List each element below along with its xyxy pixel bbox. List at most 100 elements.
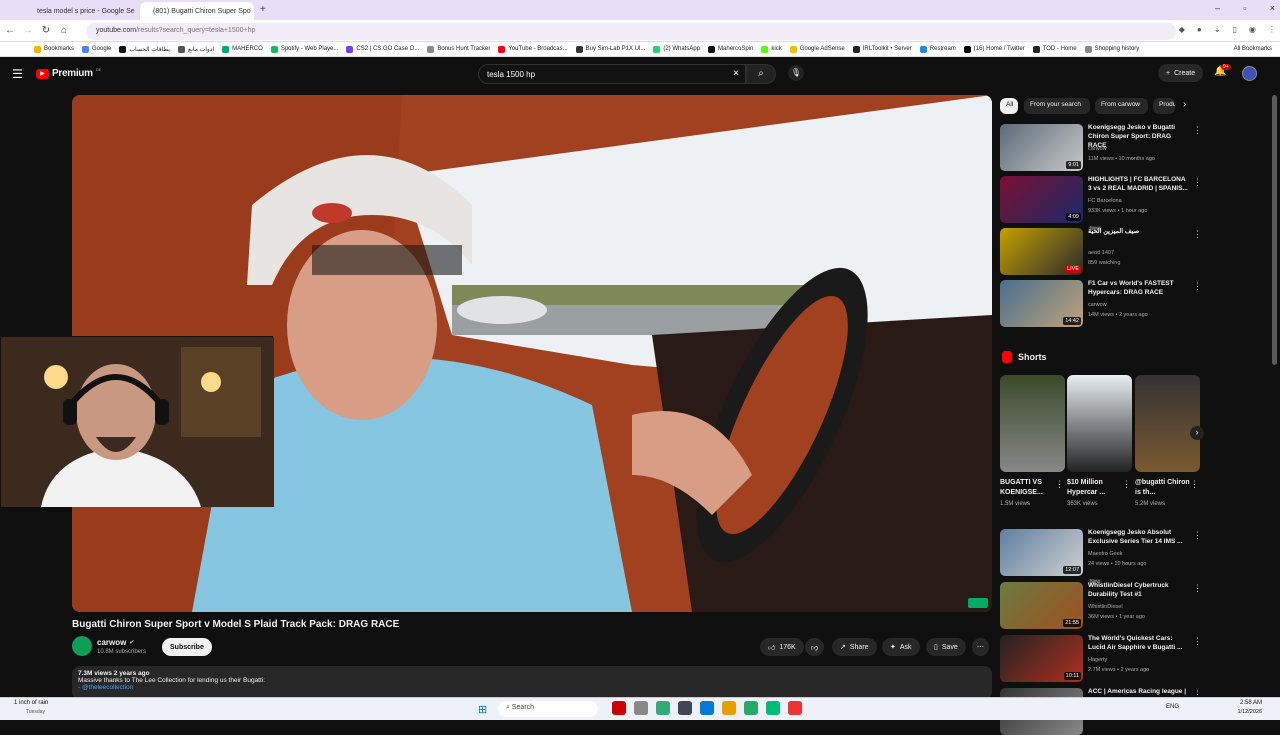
subscribe-button[interactable]: Subscribe (162, 638, 212, 656)
rec-channel[interactable]: WhistlinDiesel (1088, 603, 1198, 611)
microphone-icon[interactable]: 🎙 (788, 65, 804, 81)
bookmark-item[interactable]: Bonus Hunt Tracker (423, 45, 494, 53)
taskbar-app-icon[interactable] (678, 701, 692, 715)
more-options-icon[interactable]: ⋮ (1193, 636, 1202, 647)
bookmark-item[interactable]: Google (78, 45, 115, 53)
bookmark-item[interactable]: Spotify - Web Playe... (267, 45, 343, 53)
more-options-icon[interactable]: ⋮ (1193, 583, 1202, 594)
sidepanel-icon[interactable]: ▯ (1232, 25, 1236, 34)
more-options-icon[interactable]: ⋮ (1193, 229, 1202, 240)
rec-thumbnail[interactable]: 21:55 (1000, 582, 1083, 629)
create-button[interactable]: + Create (1158, 64, 1204, 82)
start-icon[interactable]: ⊞ (478, 703, 487, 716)
rec-channel[interactable]: aeod 1407 (1088, 249, 1198, 257)
back-icon[interactable]: ← (4, 25, 16, 37)
taskbar-app-icon[interactable] (744, 701, 758, 715)
hamburger-menu-icon[interactable]: ☰ (12, 67, 23, 81)
bookmark-item[interactable]: Restream (916, 45, 960, 53)
share-button[interactable]: ↗ Share (832, 638, 877, 656)
shorts-next-icon[interactable]: › (1190, 426, 1204, 440)
scrollbar-thumb[interactable] (1272, 95, 1277, 365)
like-button[interactable]: 👍︎ 176K (760, 638, 804, 656)
ask-button[interactable]: ✦ Ask (882, 638, 920, 656)
bookmark-item[interactable]: Google AdSense (786, 45, 849, 53)
more-actions-button[interactable]: ⋯ (972, 638, 989, 656)
more-options-icon[interactable]: ⋮ (1190, 479, 1199, 490)
search-input[interactable]: tesla 1500 hp × (478, 64, 746, 84)
home-icon[interactable]: ⌂ (58, 25, 70, 37)
more-options-icon[interactable]: ⋮ (1193, 530, 1202, 541)
extension-icon[interactable]: ● (1197, 25, 1202, 34)
tab-google-search[interactable]: tesla model s price - Google Se × (24, 2, 136, 20)
rec-title[interactable]: F1 Car vs World's FASTEST Hypercars: DRA… (1088, 279, 1190, 297)
channel-name-row[interactable]: carwow ✔ (97, 638, 134, 647)
bookmark-item[interactable]: TOD - Home (1029, 45, 1081, 53)
channel-avatar[interactable] (72, 636, 92, 656)
description-box[interactable]: 7.3M views 2 years ago Massive thanks to… (72, 666, 992, 700)
bookmark-item[interactable]: (16) Home / Twitter (960, 45, 1029, 53)
minimize-icon[interactable]: – (1215, 3, 1220, 13)
rec-channel[interactable]: FC Barcelona (1088, 197, 1198, 205)
short-thumbnail[interactable] (1067, 375, 1132, 472)
chip-from-carwow[interactable]: From carwow (1095, 98, 1148, 114)
avatar[interactable] (1242, 66, 1257, 81)
taskbar-search[interactable]: ⌕ Search (498, 701, 598, 717)
bookmark-item[interactable]: MAHERCO (218, 45, 267, 53)
extension-icon[interactable]: ◆ (1179, 25, 1185, 34)
menu-icon[interactable]: ⋮ (1268, 25, 1276, 34)
rec-thumbnail[interactable]: 10:11 (1000, 635, 1083, 682)
more-options-icon[interactable]: ⋮ (1193, 281, 1202, 292)
forward-icon[interactable]: → (22, 25, 34, 37)
rec-title[interactable]: The World's Quickest Cars: Lucid Air Sap… (1088, 634, 1190, 652)
download-icon[interactable]: ⇣ (1214, 25, 1221, 34)
short-title[interactable]: $10 Million Hypercar ... (1067, 478, 1122, 498)
bookmark-item[interactable]: CS2 | CS:GO Case O... (342, 45, 423, 53)
rec-thumbnail[interactable]: LIVE (1000, 228, 1083, 275)
taskbar-app-icon[interactable] (700, 701, 714, 715)
chip-all[interactable]: All (1000, 98, 1018, 114)
more-options-icon[interactable]: ⋮ (1193, 177, 1202, 188)
short-title[interactable]: BUGATTI VS KOENIGSE... (1000, 478, 1055, 498)
rec-channel[interactable]: Hagerty (1088, 656, 1198, 664)
taskbar-app-icon[interactable] (634, 701, 648, 715)
save-button[interactable]: ▯ Save (926, 638, 966, 656)
short-thumbnail[interactable] (1000, 375, 1065, 472)
short-thumbnail[interactable] (1135, 375, 1200, 472)
maximize-icon[interactable]: ▫ (1243, 3, 1246, 13)
short-title[interactable]: @bugatti Chiron is th... (1135, 478, 1190, 498)
rec-title[interactable]: HIGHLIGHTS | FC BARCELONA 3 vs 2 REAL MA… (1088, 175, 1190, 193)
rec-thumbnail[interactable]: 12:07 (1000, 529, 1083, 576)
bookmark-item[interactable]: YouTube - Broadcas... (494, 45, 571, 53)
profile-icon[interactable]: ◉ (1249, 25, 1256, 34)
chevron-right-icon[interactable]: › (1183, 99, 1186, 110)
rec-title[interactable]: WhistlinDiesel Cybertruck Durability Tes… (1088, 581, 1190, 599)
tab-youtube[interactable]: (801) Bugatti Chiron Super Spo × (140, 2, 254, 20)
bookmark-item[interactable]: Shopping history (1081, 45, 1144, 53)
more-options-icon[interactable]: ⋮ (1122, 479, 1131, 490)
channel-watermark[interactable] (968, 598, 988, 608)
more-options-icon[interactable]: ⋮ (1055, 479, 1064, 490)
taskbar-app-icon[interactable] (766, 701, 780, 715)
all-bookmarks[interactable]: All Bookmarks (1230, 46, 1280, 52)
taskbar-app-icon[interactable] (656, 701, 670, 715)
rec-thumbnail[interactable]: 4:09 (1000, 176, 1083, 223)
address-bar[interactable]: youtube.com/results?search_query=tesla+1… (86, 23, 1176, 40)
bookmark-item[interactable]: MahercoSpin (704, 45, 757, 53)
channel-name[interactable]: carwow (97, 638, 126, 647)
rec-thumbnail[interactable]: 14:42 (1000, 280, 1083, 327)
rec-channel[interactable]: carwow (1088, 301, 1198, 309)
clear-search-icon[interactable]: × (733, 68, 739, 79)
bookmark-item[interactable]: Bookmarks (30, 45, 78, 53)
taskbar-app-icon[interactable] (722, 701, 736, 715)
clock-time[interactable]: 2:58 AM (1232, 700, 1262, 706)
bookmark-item[interactable]: Buy Sim-Lab P1X Ul... (572, 45, 650, 53)
bookmark-item[interactable]: IRLToolkit • Server (849, 45, 916, 53)
close-window-icon[interactable]: × (1270, 3, 1275, 13)
bookmark-item[interactable]: بطاقات الحساب (115, 45, 174, 53)
rec-thumbnail[interactable]: 9:01 (1000, 124, 1083, 171)
new-tab-button[interactable]: + (260, 4, 266, 15)
taskbar-app-icon[interactable] (788, 701, 802, 715)
language-indicator[interactable]: ENG (1166, 704, 1179, 710)
bookmark-item[interactable]: kick (757, 45, 785, 53)
weather-text[interactable]: 1 inch of rain (14, 700, 48, 706)
